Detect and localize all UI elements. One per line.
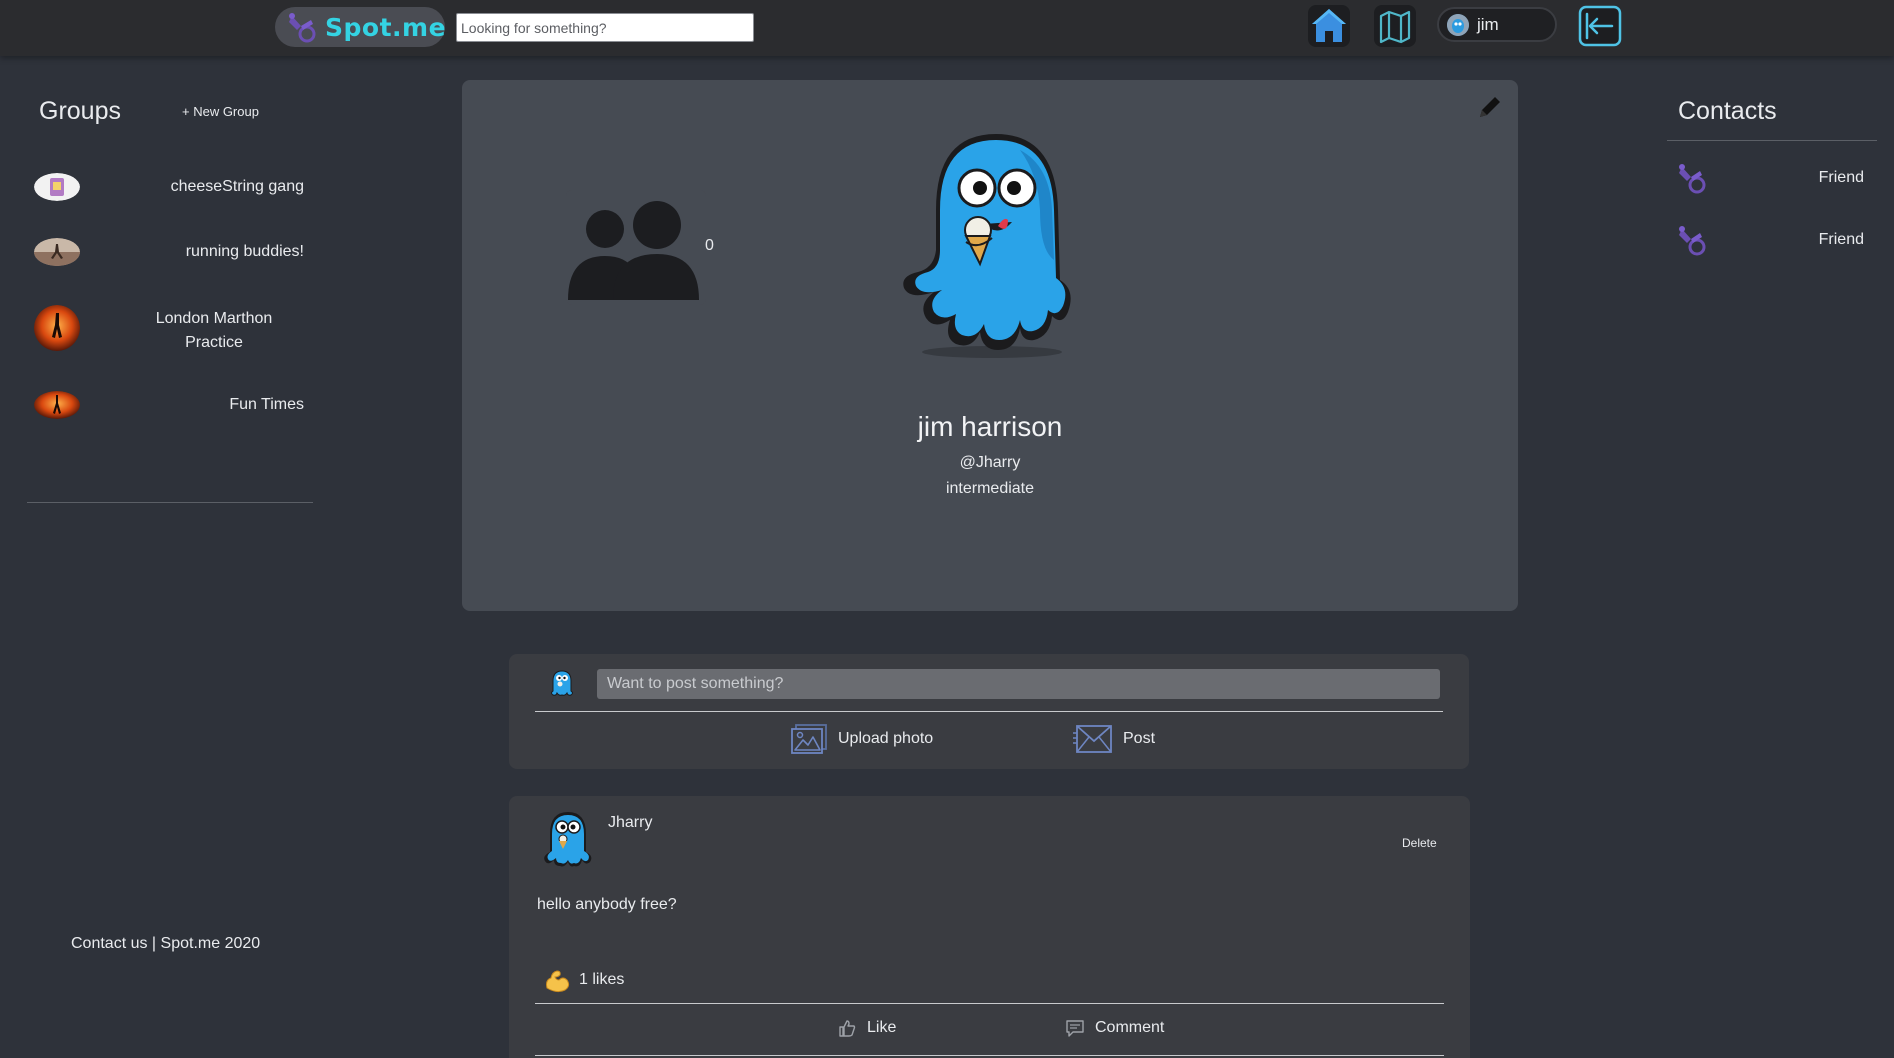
group-item-running-buddies[interactable]: running buddies! xyxy=(34,238,304,268)
top-navbar: Spot.me jim xyxy=(0,0,1894,56)
post-author-avatar[interactable] xyxy=(540,808,596,868)
composer-divider xyxy=(535,711,1443,712)
people-icon xyxy=(566,190,706,305)
contacts-title: Contacts xyxy=(1678,97,1777,125)
likes-count: 1 likes xyxy=(579,971,625,988)
spot-logo-icon xyxy=(285,10,319,44)
pencil-icon xyxy=(1480,97,1500,117)
group-item-london-marthon[interactable]: London Marthon Practice xyxy=(34,305,304,355)
brand-name: Spot.me xyxy=(325,12,447,42)
sidebar-divider xyxy=(27,502,313,503)
group-label: running buddies! xyxy=(185,243,304,260)
envelope-icon xyxy=(1073,725,1112,753)
map-button[interactable] xyxy=(1373,4,1417,48)
post-author[interactable]: Jharry xyxy=(608,814,652,832)
likes-summary: 1 likes xyxy=(543,966,624,994)
post-label: Post xyxy=(1123,730,1156,747)
post-button[interactable]: Post xyxy=(1073,724,1155,754)
delete-post-button[interactable]: Delete xyxy=(1402,836,1437,850)
followers-count: 0 xyxy=(705,237,714,254)
like-icon xyxy=(839,1020,856,1037)
contact-avatar-icon xyxy=(1678,225,1708,257)
contact-label: Friend xyxy=(1818,231,1864,248)
upload-photo-label: Upload photo xyxy=(838,730,934,747)
comment-label: Comment xyxy=(1095,1019,1165,1036)
profile-handle: @Jharry xyxy=(959,454,1021,471)
user-avatar xyxy=(1447,13,1469,36)
search-input[interactable] xyxy=(456,13,754,42)
profile-name: jim harrison xyxy=(917,411,1063,442)
comment-icon xyxy=(1066,1020,1084,1037)
post-body: hello anybody free? xyxy=(537,896,677,913)
user-menu[interactable]: jim xyxy=(1437,7,1557,42)
logout-button[interactable] xyxy=(1577,3,1623,49)
photo-upload-icon xyxy=(791,724,827,754)
octopus-avatar-icon xyxy=(903,134,1071,358)
upload-photo-button[interactable]: Upload photo xyxy=(790,723,933,755)
like-button[interactable]: Like xyxy=(837,1018,896,1038)
contact-item[interactable]: Friend xyxy=(1678,163,1864,195)
like-label: Like xyxy=(867,1019,897,1036)
map-icon xyxy=(1374,5,1416,47)
contacts-divider xyxy=(1667,140,1877,141)
post-card xyxy=(509,796,1470,1058)
group-thumbnail xyxy=(34,173,80,201)
group-label: cheeseString gang xyxy=(170,178,304,195)
followers-widget[interactable] xyxy=(566,190,716,310)
user-name: jim xyxy=(1477,14,1499,34)
contact-avatar-icon xyxy=(1678,163,1708,195)
contact-item[interactable]: Friend xyxy=(1678,225,1864,257)
profile-avatar[interactable] xyxy=(900,130,1080,360)
flexed-bicep-icon xyxy=(546,970,570,993)
composer-avatar xyxy=(549,669,575,697)
group-label: London Marthon Practice xyxy=(155,310,273,351)
group-label: Fun Times xyxy=(229,396,304,413)
group-thumbnail xyxy=(34,238,80,266)
group-item-cheesestring[interactable]: cheeseString gang xyxy=(34,173,304,203)
group-item-fun-times[interactable]: Fun Times xyxy=(34,391,304,421)
logout-icon xyxy=(1578,5,1622,47)
profile-level: intermediate xyxy=(945,480,1035,497)
group-thumbnail xyxy=(34,305,80,351)
new-group-button[interactable]: + New Group xyxy=(182,104,259,119)
brand-logo[interactable]: Spot.me xyxy=(275,7,447,47)
post-input[interactable] xyxy=(597,669,1440,699)
footer-text[interactable]: Contact us | Spot.me 2020 xyxy=(71,935,260,953)
post-divider xyxy=(535,1003,1444,1004)
post-bottom-divider xyxy=(535,1055,1444,1056)
comment-button[interactable]: Comment xyxy=(1065,1018,1164,1038)
group-thumbnail xyxy=(34,391,80,419)
edit-profile-button[interactable] xyxy=(1475,92,1505,122)
groups-title: Groups xyxy=(39,97,121,125)
home-icon xyxy=(1308,5,1350,47)
home-button[interactable] xyxy=(1307,4,1351,48)
contact-label: Friend xyxy=(1818,169,1864,186)
